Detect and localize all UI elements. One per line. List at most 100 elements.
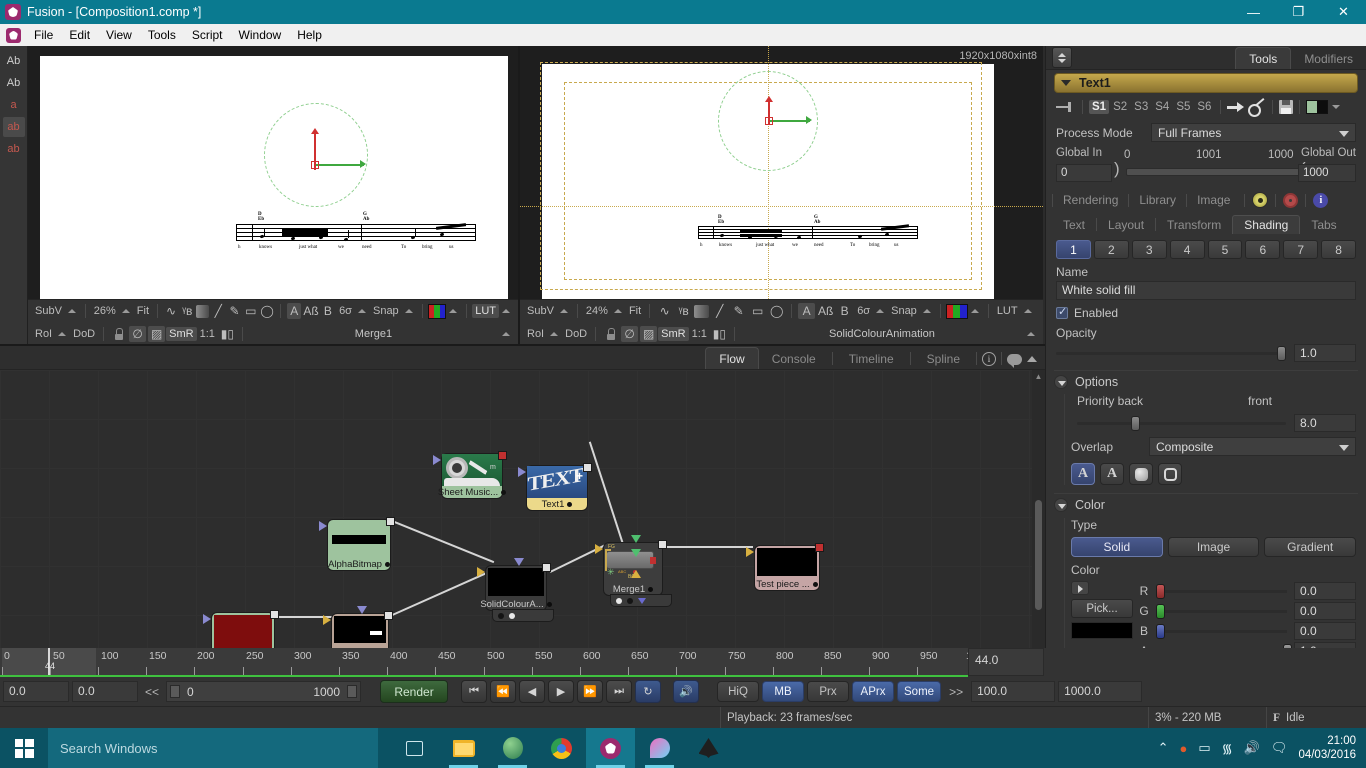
node-text1[interactable]: TEXT + Text1 bbox=[518, 463, 592, 511]
dod-button-left[interactable]: DoD bbox=[70, 327, 98, 341]
gamma-icon[interactable]: ᵞв bbox=[180, 303, 194, 319]
channel-value-g[interactable]: 0.0 bbox=[1294, 602, 1356, 620]
node-bg-port[interactable] bbox=[631, 570, 641, 578]
collapse-triangle-icon[interactable] bbox=[1061, 80, 1071, 86]
subview-button-left[interactable]: SubV bbox=[32, 304, 65, 318]
viewer-left-menu-caret-icon[interactable] bbox=[502, 331, 510, 336]
line-tool-icon[interactable]: ╱ bbox=[711, 303, 728, 319]
viewer-right-canvas[interactable]: 1920x1080xint8 D Eb G Ab h knows just wh… bbox=[520, 46, 1043, 299]
timeline-ruler[interactable]: 0 50 100 150 200 250 300 350 400 450 500… bbox=[0, 648, 968, 675]
tray-expand-icon[interactable]: ⌃ bbox=[1158, 740, 1169, 756]
tab-text[interactable]: Text bbox=[1052, 216, 1096, 234]
colorpick-icon[interactable]: ✎ bbox=[227, 303, 241, 319]
node-input-port[interactable] bbox=[433, 455, 441, 465]
audio-button[interactable]: 🔊 bbox=[673, 680, 700, 703]
tab-library[interactable]: Library bbox=[1129, 192, 1186, 208]
bw-swatch-icon[interactable] bbox=[1306, 100, 1329, 114]
color-type-gradient[interactable]: Gradient bbox=[1264, 537, 1357, 557]
gear-icon[interactable] bbox=[1283, 192, 1299, 208]
smr-button-left[interactable]: SmR bbox=[166, 326, 197, 341]
node-fg-arrow[interactable] bbox=[631, 549, 641, 557]
transport-value-1[interactable]: 100.0 bbox=[971, 681, 1056, 702]
overlap-mode-outline-circle[interactable] bbox=[1158, 463, 1182, 485]
process-mode-dropdown[interactable]: Full Frames bbox=[1151, 123, 1356, 142]
shading-element-1[interactable]: 1 bbox=[1056, 240, 1091, 259]
smr-button-right[interactable]: SmR bbox=[658, 326, 689, 341]
node-fg-port[interactable] bbox=[631, 535, 641, 543]
state-button-s2[interactable]: S2 bbox=[1110, 100, 1130, 114]
lock-icon[interactable] bbox=[602, 326, 619, 342]
fusion-taskbar-icon[interactable] bbox=[586, 728, 635, 768]
loop-button[interactable]: ↻ bbox=[635, 680, 662, 703]
gradient-icon[interactable] bbox=[694, 304, 710, 318]
collapse-down-icon[interactable] bbox=[1054, 374, 1068, 389]
state-button-s3[interactable]: S3 bbox=[1131, 100, 1151, 114]
tool-a-3[interactable]: a bbox=[3, 95, 25, 115]
minimize-button[interactable]: — bbox=[1231, 0, 1276, 24]
b-channel-icon[interactable]: B bbox=[321, 303, 335, 319]
state-button-s4[interactable]: S4 bbox=[1152, 100, 1172, 114]
ccleaner-tray-icon[interactable]: ● bbox=[1180, 741, 1188, 756]
step-forward-fast-button[interactable]: ⏩ bbox=[577, 680, 604, 703]
node-input-port[interactable] bbox=[203, 614, 211, 624]
node-output-port[interactable] bbox=[542, 563, 551, 572]
play-reverse-button[interactable]: ◀ bbox=[519, 680, 546, 703]
scroll-up-arrow-icon[interactable]: ▲ bbox=[1032, 370, 1045, 382]
rect-roi-icon[interactable]: ▭ bbox=[749, 303, 766, 319]
gradient-icon[interactable] bbox=[196, 304, 210, 318]
collapse-down-icon[interactable] bbox=[1054, 497, 1068, 512]
grid-glyph-left[interactable]: 6σ bbox=[336, 304, 355, 318]
taskbar-clock[interactable]: 21:00 04/03/2016 bbox=[1298, 734, 1362, 762]
priority-slider[interactable] bbox=[1077, 415, 1286, 431]
color-swatch[interactable] bbox=[1071, 622, 1133, 639]
inspector-spinner-button[interactable] bbox=[1052, 47, 1072, 68]
grid-caret-icon[interactable] bbox=[357, 309, 366, 313]
flow-collapse-icon[interactable] bbox=[1023, 351, 1041, 367]
gamma-icon[interactable]: ᵞв bbox=[675, 303, 692, 319]
tab-modifiers[interactable]: Modifiers bbox=[1291, 48, 1366, 69]
close-button[interactable]: ✕ bbox=[1321, 0, 1366, 24]
flow-info-icon[interactable]: i bbox=[980, 351, 998, 367]
node-merge1[interactable]: FG ✳ ABC BG Merge1 bbox=[595, 535, 672, 607]
flow-canvas[interactable]: m Sheet Music... TEXT + Text1 AlphaBitma… bbox=[0, 370, 1037, 670]
overlap-mode-outline-a[interactable]: A bbox=[1100, 463, 1124, 485]
inkscape-icon[interactable] bbox=[684, 728, 733, 768]
lut-caret-icon[interactable] bbox=[1023, 309, 1032, 313]
transport-range-box[interactable]: 0 1000 bbox=[166, 681, 362, 702]
tab-timeline[interactable]: Timeline bbox=[836, 348, 907, 369]
start-button[interactable] bbox=[0, 728, 48, 768]
roi-caret-icon[interactable] bbox=[58, 331, 67, 336]
node-mask-port[interactable] bbox=[514, 558, 524, 566]
browser-globe-icon[interactable] bbox=[488, 728, 537, 768]
state-button-s5[interactable]: S5 bbox=[1173, 100, 1193, 114]
node-input-port[interactable] bbox=[319, 521, 327, 531]
overlap-dropdown[interactable]: Composite bbox=[1149, 437, 1356, 456]
node-sheet-music[interactable]: m Sheet Music... bbox=[433, 451, 507, 499]
key-icon[interactable] bbox=[1248, 100, 1266, 117]
transport-value-2[interactable]: 1000.0 bbox=[1058, 681, 1143, 702]
node-mask-port[interactable] bbox=[357, 606, 367, 614]
shading-element-6[interactable]: 6 bbox=[1245, 240, 1281, 259]
subview-caret-icon[interactable] bbox=[559, 309, 568, 313]
zoom-caret-icon[interactable] bbox=[613, 309, 622, 313]
tab-layout[interactable]: Layout bbox=[1097, 216, 1155, 234]
quality-some-button[interactable]: Some bbox=[897, 681, 942, 702]
checker-icon[interactable]: ▨ bbox=[148, 325, 166, 342]
enabled-checkbox[interactable] bbox=[1056, 305, 1068, 319]
zoom-level-right[interactable]: 24% bbox=[583, 304, 611, 318]
histogram-icon[interactable]: ▮▯ bbox=[711, 326, 728, 342]
quality-aprx-button[interactable]: APrx bbox=[852, 681, 895, 702]
lock-icon[interactable] bbox=[110, 326, 127, 342]
zoom-level-left[interactable]: 26% bbox=[91, 304, 119, 318]
radioactive-icon[interactable] bbox=[1252, 192, 1269, 208]
subview-button-right[interactable]: SubV bbox=[524, 304, 557, 318]
go-to-start-button[interactable]: ⏮ bbox=[461, 680, 488, 703]
menu-file[interactable]: File bbox=[26, 26, 61, 44]
dod-button-right[interactable]: DoD bbox=[562, 327, 590, 341]
color-type-image[interactable]: Image bbox=[1167, 537, 1260, 557]
zoom-caret-icon[interactable] bbox=[121, 309, 130, 313]
node-input-port[interactable] bbox=[518, 467, 526, 477]
state-button-s1[interactable]: S1 bbox=[1089, 100, 1110, 114]
opacity-slider[interactable] bbox=[1056, 345, 1286, 361]
tool-ab-5[interactable]: ab bbox=[3, 139, 25, 159]
